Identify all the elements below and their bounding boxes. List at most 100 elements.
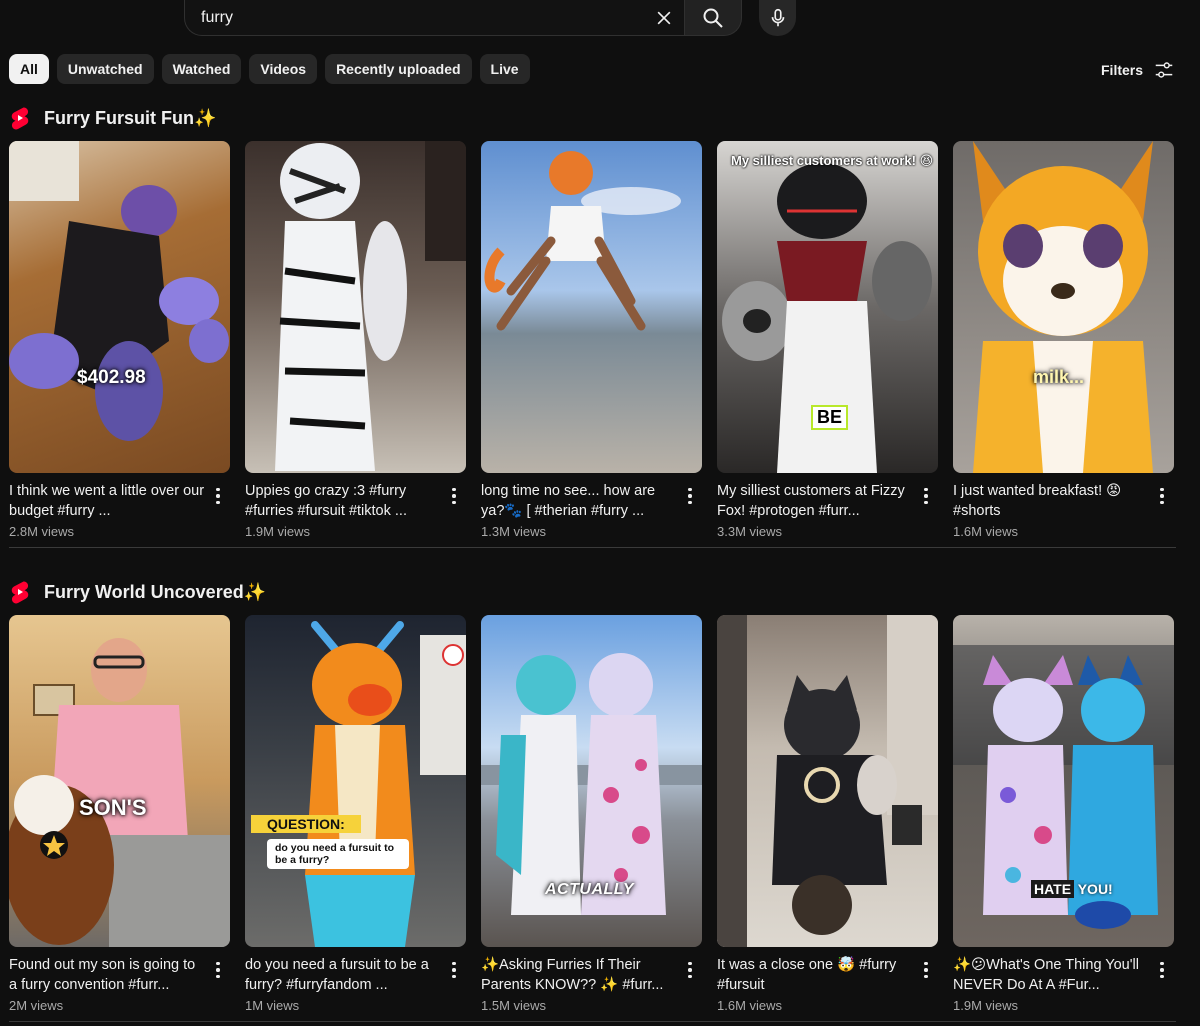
short-thumbnail[interactable]: ACTUALLY — [481, 615, 702, 947]
short-thumbnail[interactable]: HATE YOU! — [953, 615, 1174, 947]
search-button[interactable] — [684, 0, 742, 36]
kebab-dot — [1160, 974, 1164, 979]
short-views: 1M views — [245, 998, 300, 1013]
clear-search-button[interactable] — [650, 4, 678, 32]
more-actions-button[interactable] — [1151, 955, 1173, 985]
thumbnail-art — [9, 141, 229, 441]
kebab-dot — [924, 974, 928, 979]
short-title[interactable]: I just wanted breakfast! 😡 #shorts — [953, 481, 1149, 521]
short-thumbnail[interactable]: SON'S — [9, 615, 230, 947]
short-thumbnail[interactable]: $402.98 — [9, 141, 230, 473]
section-divider — [9, 1021, 1176, 1022]
chip-videos[interactable]: Videos — [249, 54, 318, 84]
section-divider — [9, 547, 1176, 548]
short-thumbnail[interactable] — [245, 141, 466, 473]
more-actions-button[interactable] — [679, 481, 701, 511]
kebab-dot — [216, 961, 220, 966]
short-views: 1.3M views — [481, 524, 547, 539]
short-views: 1.9M views — [245, 524, 311, 539]
short-text: ✨Asking Furries If Their Parents KNOW?? … — [481, 955, 677, 1013]
short-views: 1.5M views — [481, 998, 547, 1013]
thumbnail-caption: milk... — [1033, 367, 1085, 387]
chip-unwatched[interactable]: Unwatched — [56, 54, 154, 84]
filters-button[interactable]: Filters — [1101, 56, 1175, 84]
short-text: I think we went a little over our budget… — [9, 481, 205, 539]
thumbnail-caption-secondary: do you need a fursuit to be a furry? — [267, 839, 409, 869]
thumbnail-art — [275, 141, 466, 471]
kebab-dot — [924, 968, 928, 972]
shorts-grid: SON'S Found out my son is going to a fur… — [9, 615, 1174, 1013]
kebab-dot — [688, 968, 692, 972]
short-views: 2.8M views — [9, 524, 75, 539]
thumbnail-caption: SON'S — [79, 795, 147, 820]
search-bar — [184, 0, 742, 36]
short-text: do you need a fursuit to be a furry? #fu… — [245, 955, 441, 1013]
short-views: 1.6M views — [953, 524, 1019, 539]
kebab-dot — [216, 500, 220, 505]
chip-all[interactable]: All — [9, 54, 49, 84]
section-title: Furry World Uncovered — [44, 581, 244, 602]
short-title[interactable]: do you need a fursuit to be a furry? #fu… — [245, 955, 441, 995]
short-card: QUESTION: do you need a fursuit to be a … — [245, 615, 466, 1013]
short-thumbnail[interactable]: milk... — [953, 141, 1174, 473]
short-meta: ✨😕What's One Thing You'll NEVER Do At A … — [953, 955, 1174, 1013]
kebab-dot — [1160, 500, 1164, 505]
short-meta: I think we went a little over our budget… — [9, 481, 230, 539]
thumbnail-caption-secondary: BE — [811, 405, 849, 430]
kebab-dot — [216, 974, 220, 979]
short-card: Uppies go crazy :3 #furry #furries #furs… — [245, 141, 466, 539]
thumbnail-art — [717, 615, 938, 947]
chip-live[interactable]: Live — [479, 54, 530, 84]
more-actions-button[interactable] — [679, 955, 701, 985]
kebab-dot — [452, 494, 456, 498]
short-title[interactable]: Found out my son is going to a furry con… — [9, 955, 205, 995]
short-views: 2M views — [9, 998, 64, 1013]
more-actions-button[interactable] — [443, 955, 465, 985]
short-thumbnail[interactable] — [717, 615, 938, 947]
chip-watched[interactable]: Watched — [161, 54, 242, 84]
more-actions-button[interactable] — [915, 481, 937, 511]
short-views: 1.9M views — [953, 998, 1019, 1013]
kebab-dot — [1160, 487, 1164, 492]
chip-recently-uploaded[interactable]: Recently uploaded — [325, 54, 472, 84]
voice-search-button[interactable] — [759, 0, 796, 36]
search-input[interactable] — [201, 8, 641, 27]
thumbnail-caption: My silliest customers at work! 😆 — [731, 153, 934, 168]
kebab-dot — [688, 487, 692, 492]
sparkles-emoji: ✨ — [243, 581, 267, 602]
short-card: ACTUALLY ✨Asking Furries If Their Parent… — [481, 615, 702, 1013]
short-thumbnail[interactable]: QUESTION: do you need a fursuit to be a … — [245, 615, 466, 947]
short-card: SON'S Found out my son is going to a fur… — [9, 615, 230, 1013]
short-meta: do you need a fursuit to be a furry? #fu… — [245, 955, 466, 1013]
thumbnail-caption: ACTUALLY — [545, 881, 635, 898]
short-title[interactable]: I think we went a little over our budget… — [9, 481, 205, 521]
short-title[interactable]: Uppies go crazy :3 #furry #furries #furs… — [245, 481, 441, 521]
short-thumbnail[interactable]: My silliest customers at work! 😆 BE — [717, 141, 938, 473]
short-thumbnail[interactable] — [481, 141, 702, 473]
short-title[interactable]: ✨Asking Furries If Their Parents KNOW?? … — [481, 955, 677, 995]
more-actions-button[interactable] — [443, 481, 465, 511]
short-card: long time no see... how are ya?🐾 [ #ther… — [481, 141, 702, 539]
short-title[interactable]: long time no see... how are ya?🐾 [ #ther… — [481, 481, 677, 521]
kebab-dot — [688, 494, 692, 498]
kebab-dot — [1160, 961, 1164, 966]
short-views: 1.6M views — [717, 998, 783, 1013]
thumbnail-caption-wrap: HATE YOU! — [1031, 880, 1113, 898]
kebab-dot — [452, 968, 456, 972]
close-icon — [657, 11, 671, 25]
short-title[interactable]: ✨😕What's One Thing You'll NEVER Do At A … — [953, 955, 1149, 995]
thumbnail-art — [305, 621, 466, 947]
section-header: Furry Fursuit Fun✨ — [10, 106, 216, 130]
short-title[interactable]: My silliest customers at Fizzy Fox! #pro… — [717, 481, 913, 521]
more-actions-button[interactable] — [207, 481, 229, 511]
short-title[interactable]: It was a close one 🤯 #furry #fursuit — [717, 955, 913, 995]
filter-chips: All Unwatched Watched Videos Recently up… — [9, 54, 530, 84]
more-actions-button[interactable] — [207, 955, 229, 985]
filters-label: Filters — [1101, 62, 1144, 78]
sparkles-emoji: ✨ — [194, 107, 217, 128]
short-text: long time no see... how are ya?🐾 [ #ther… — [481, 481, 677, 539]
more-actions-button[interactable] — [1151, 481, 1173, 511]
more-actions-button[interactable] — [915, 955, 937, 985]
short-meta: My silliest customers at Fizzy Fox! #pro… — [717, 481, 938, 539]
thumbnail-art — [9, 638, 230, 947]
